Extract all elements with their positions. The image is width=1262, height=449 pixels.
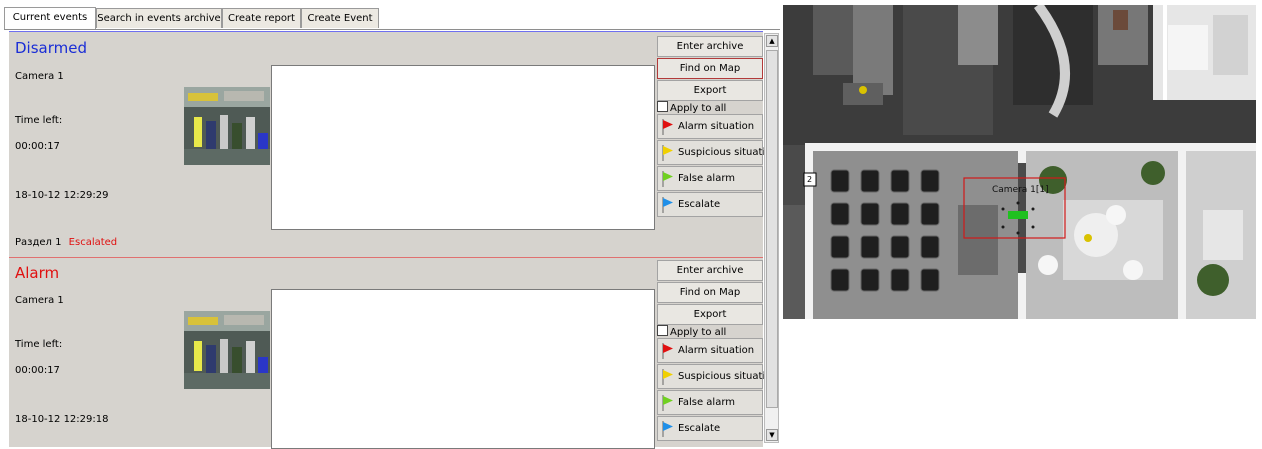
event-status-title: Alarm (15, 264, 60, 282)
checkbox-box[interactable] (657, 101, 668, 112)
tab-create-event[interactable]: Create Event (301, 8, 379, 28)
blue-flag-icon (662, 421, 673, 437)
comment-textarea[interactable] (271, 65, 655, 230)
action-label: Escalate (678, 199, 721, 210)
event-card-disarmed: Disarmed Camera 1 Time left: 00:00:17 18… (9, 31, 778, 255)
event-status-title: Disarmed (15, 39, 87, 57)
section-status: Escalated (68, 237, 118, 248)
section-name: Раздел 1 (15, 237, 62, 248)
enter-archive-button[interactable]: Enter archive (657, 36, 763, 57)
blue-flag-icon (662, 197, 673, 213)
escalate-button[interactable]: Escalate (657, 416, 763, 441)
camera-snapshot[interactable] (184, 87, 270, 165)
tab-current-events[interactable]: Current events (4, 7, 96, 29)
tab-divider (4, 29, 780, 30)
export-button[interactable]: Export (657, 304, 763, 325)
checkbox-box[interactable] (657, 325, 668, 336)
action-label: Suspicious situation (678, 371, 778, 382)
event-camera-name: Camera 1 (15, 295, 64, 306)
suspicious-situation-button[interactable]: Suspicious situation (657, 140, 778, 165)
suspicious-situation-button[interactable]: Suspicious situation (657, 364, 778, 389)
event-timestamp: 18-10-12 12:29:18 (15, 414, 109, 425)
false-alarm-button[interactable]: False alarm (657, 390, 763, 415)
action-label: Escalate (678, 423, 721, 434)
time-left-label: Time left: (15, 115, 63, 126)
event-camera-name: Camera 1 (15, 71, 64, 82)
escalate-button[interactable]: Escalate (657, 192, 763, 217)
apply-to-all-label: Apply to all (670, 327, 727, 338)
action-label: Alarm situation (678, 121, 755, 132)
camera-map-label[interactable]: Camera 1[1] (992, 185, 1049, 195)
floor-plan-map[interactable]: Camera 1[1] 2 (783, 5, 1256, 319)
event-separator (9, 31, 763, 32)
tab-search-archive[interactable]: Search in events archive (96, 8, 222, 28)
apply-to-all-label: Apply to all (670, 103, 727, 114)
scroll-up-icon[interactable]: ▲ (766, 35, 778, 47)
tab-create-report[interactable]: Create report (222, 8, 301, 28)
action-label: Suspicious situation (678, 147, 778, 158)
red-flag-icon (662, 343, 673, 359)
alarm-situation-button[interactable]: Alarm situation (657, 338, 763, 363)
apply-to-all-checkbox[interactable]: Apply to all (657, 325, 726, 338)
find-on-map-button[interactable]: Find on Map (657, 282, 763, 303)
zone-marker-label[interactable]: 2 (807, 175, 812, 184)
alarm-situation-button[interactable]: Alarm situation (657, 114, 763, 139)
time-left-value: 00:00:17 (15, 141, 60, 152)
action-label: Alarm situation (678, 345, 755, 356)
enter-archive-button[interactable]: Enter archive (657, 260, 763, 281)
yellow-flag-icon (662, 369, 673, 385)
event-timestamp: 18-10-12 12:29:29 (15, 190, 109, 201)
event-section: Раздел 1 Escalated (15, 237, 117, 248)
false-alarm-button[interactable]: False alarm (657, 166, 763, 191)
action-label: False alarm (678, 397, 735, 408)
red-flag-icon (662, 119, 673, 135)
scrollbar-thumb[interactable] (766, 50, 778, 408)
time-left-value: 00:00:17 (15, 365, 60, 376)
green-flag-icon (662, 395, 673, 411)
scroll-down-icon[interactable]: ▼ (766, 429, 778, 441)
time-left-label: Time left: (15, 339, 63, 350)
find-on-map-button[interactable]: Find on Map (657, 58, 763, 79)
events-scrollbar[interactable]: ▲ ▼ (764, 33, 779, 443)
comment-textarea[interactable] (271, 289, 655, 449)
event-card-alarm: Alarm Camera 1 Time left: 00:00:17 18-10… (9, 255, 778, 449)
action-label: False alarm (678, 173, 735, 184)
event-separator (9, 257, 763, 258)
yellow-flag-icon (662, 145, 673, 161)
camera-snapshot[interactable] (184, 311, 270, 389)
apply-to-all-checkbox[interactable]: Apply to all (657, 101, 726, 114)
green-flag-icon (662, 171, 673, 187)
export-button[interactable]: Export (657, 80, 763, 101)
events-panel: Disarmed Camera 1 Time left: 00:00:17 18… (9, 31, 778, 449)
